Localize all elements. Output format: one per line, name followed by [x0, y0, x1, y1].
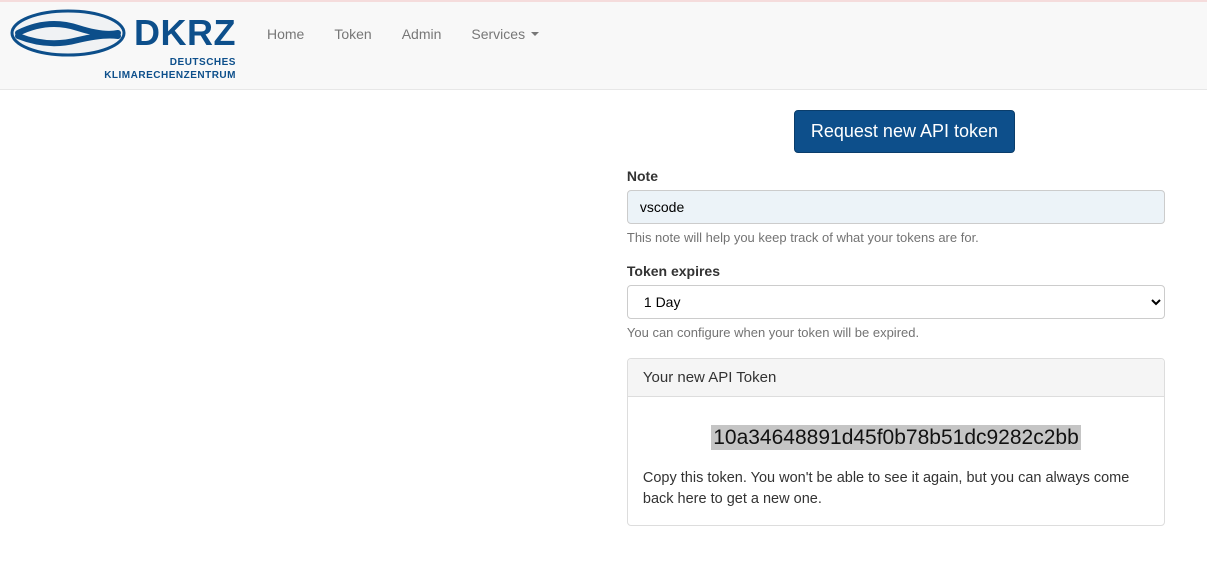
chevron-down-icon: [531, 32, 539, 36]
nav-services[interactable]: Services: [456, 16, 554, 52]
token-panel-title: Your new API Token: [628, 359, 1164, 397]
nav-token[interactable]: Token: [319, 16, 386, 52]
brand-subtitle: DEUTSCHES KLIMARECHENZENTRUM: [104, 56, 236, 82]
main-content: Request new API token Note This note wil…: [9, 90, 1199, 566]
note-group: Note This note will help you keep track …: [627, 168, 1165, 245]
expires-help: You can configure when your token will b…: [627, 325, 1165, 340]
token-copy-message: Copy this token. You won't be able to se…: [643, 468, 1149, 510]
brand-logo-link[interactable]: DKRZ DEUTSCHES KLIMARECHENZENTRUM: [8, 2, 252, 88]
expires-label: Token expires: [627, 263, 1165, 279]
nav-services-label: Services: [471, 26, 525, 42]
expires-group: Token expires 1 Day You can configure wh…: [627, 263, 1165, 340]
dkrz-logo-icon: [8, 8, 128, 58]
token-panel: Your new API Token 10a34648891d45f0b78b5…: [627, 358, 1165, 526]
note-help: This note will help you keep track of wh…: [627, 230, 1165, 245]
note-input[interactable]: [627, 190, 1165, 224]
nav-home[interactable]: Home: [252, 16, 319, 52]
nav-admin[interactable]: Admin: [387, 16, 457, 52]
nav-links: Home Token Admin Services: [252, 2, 554, 52]
api-token-value: 10a34648891d45f0b78b51dc9282c2bb: [711, 425, 1081, 450]
expires-select[interactable]: 1 Day: [627, 285, 1165, 319]
navbar: DKRZ DEUTSCHES KLIMARECHENZENTRUM Home T…: [0, 2, 1207, 90]
brand-name: DKRZ: [134, 12, 236, 54]
request-token-button[interactable]: Request new API token: [794, 110, 1015, 153]
note-label: Note: [627, 168, 1165, 184]
